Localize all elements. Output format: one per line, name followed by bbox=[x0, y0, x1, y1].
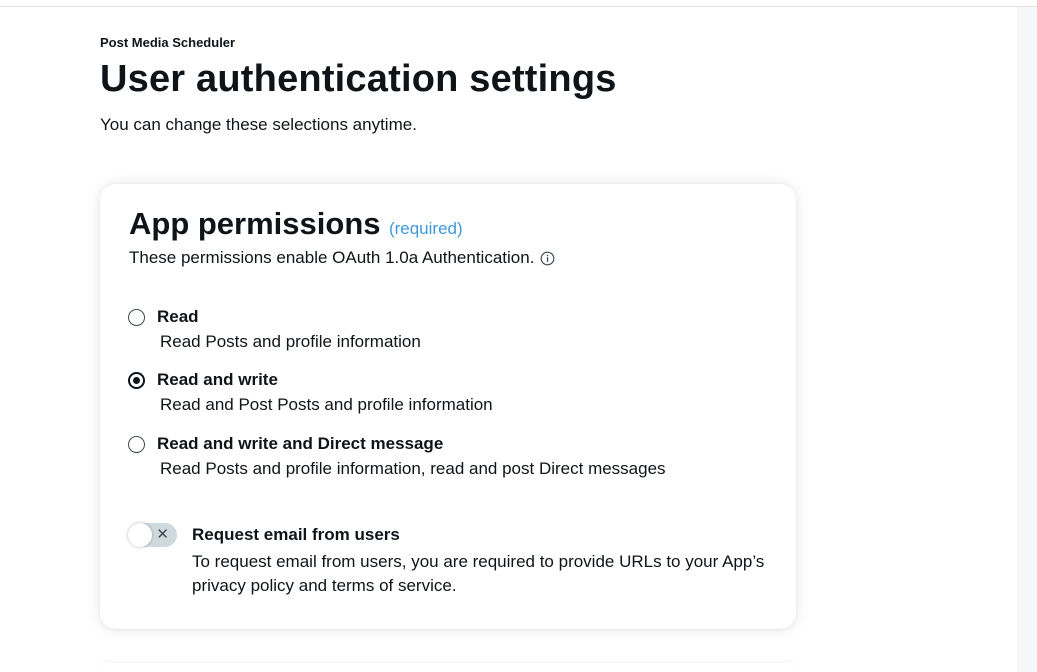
permission-option-read-write-dm[interactable]: Read and write and Direct message Read P… bbox=[128, 434, 768, 479]
app-permissions-description: These permissions enable OAuth 1.0a Auth… bbox=[129, 248, 555, 268]
permission-option-description: Read Posts and profile information bbox=[160, 332, 421, 351]
next-card-edge bbox=[100, 663, 796, 672]
app-permissions-description-text: These permissions enable OAuth 1.0a Auth… bbox=[129, 248, 535, 267]
permission-option-label[interactable]: Read bbox=[157, 307, 199, 327]
info-icon[interactable] bbox=[540, 251, 555, 266]
request-email-toggle[interactable]: ✕ bbox=[128, 523, 177, 547]
top-divider bbox=[0, 6, 1037, 7]
radio-read-write[interactable] bbox=[128, 371, 145, 389]
toggle-knob[interactable] bbox=[128, 523, 152, 547]
request-email-description: To request email from users, you are req… bbox=[192, 552, 765, 595]
app-permissions-heading: App permissions (required) bbox=[129, 206, 463, 242]
page-subtitle: You can change these selections anytime. bbox=[100, 115, 417, 134]
permission-option-label[interactable]: Read and write bbox=[157, 370, 278, 390]
permission-option-description: Read Posts and profile information, read… bbox=[160, 459, 666, 478]
radio-read-write-dm[interactable] bbox=[128, 435, 145, 453]
radio-read[interactable] bbox=[128, 308, 145, 326]
app-name: Post Media Scheduler bbox=[100, 35, 236, 50]
permission-option-read-write[interactable]: Read and write Read and Post Posts and p… bbox=[128, 370, 768, 415]
required-tag: (required) bbox=[388, 219, 463, 238]
permission-option-read[interactable]: Read Read Posts and profile information bbox=[128, 307, 768, 352]
request-email-title: Request email from users bbox=[192, 525, 400, 544]
app-permissions-title: App permissions bbox=[129, 206, 381, 241]
app-permissions-card: App permissions (required) These permiss… bbox=[100, 184, 796, 629]
close-icon: ✕ bbox=[156, 526, 169, 543]
permission-option-label[interactable]: Read and write and Direct message bbox=[157, 434, 443, 454]
page-title: User authentication settings bbox=[100, 58, 617, 100]
request-email-block: Request email from users To request emai… bbox=[192, 525, 772, 598]
scrollbar-track[interactable] bbox=[1017, 7, 1037, 672]
permission-option-description: Read and Post Posts and profile informat… bbox=[160, 395, 493, 414]
